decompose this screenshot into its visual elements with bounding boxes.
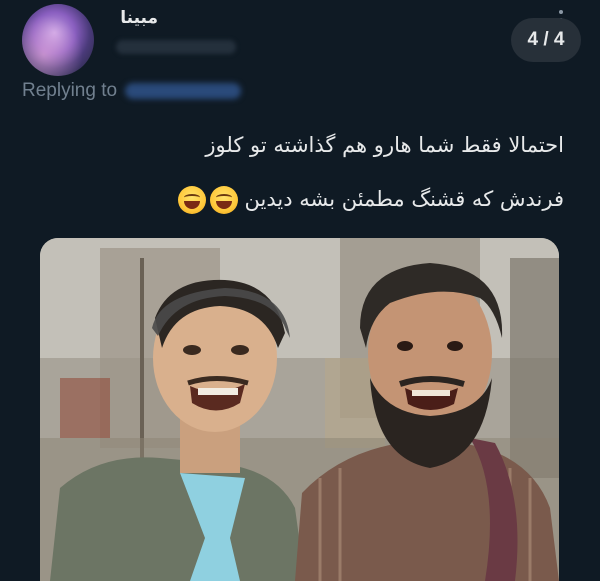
post-text-line-2-text: فرندش که قشنگ مطمئن بشه دیدین — [244, 187, 565, 211]
media-counter: 4 / 4 — [511, 18, 581, 62]
post-text-line-1: احتمالا فقط شما هارو هم گذاشته تو کلوز — [205, 133, 564, 157]
reply-handle-redacted[interactable] — [125, 83, 242, 99]
replying-to-label: Replying to — [22, 80, 118, 101]
laughing-emoji-icon — [177, 186, 206, 214]
replying-to: Replying to — [22, 80, 242, 102]
post-image-illustration — [40, 238, 559, 581]
avatar-blur — [22, 4, 94, 76]
laughing-emoji-icon — [209, 186, 238, 214]
media-counter-text: 4 / 4 — [527, 29, 565, 50]
handle-redacted — [116, 40, 236, 54]
post-text-line-2: فرندش که قشنگ مطمئن بشه دیدین — [34, 172, 564, 226]
avatar[interactable] — [22, 4, 94, 76]
display-name[interactable]: مبینا — [120, 8, 158, 28]
post-image[interactable] — [40, 238, 559, 581]
post-text: احتمالا فقط شما هارو هم گذاشته تو کلوز ف… — [34, 118, 564, 226]
